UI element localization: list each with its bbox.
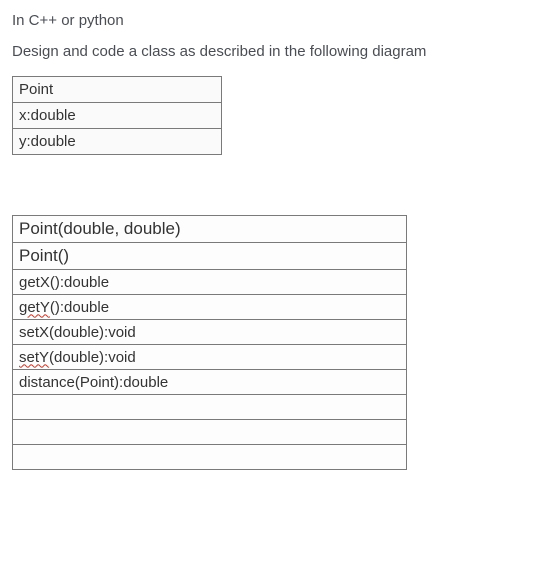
uml-attribute: y:double xyxy=(13,129,222,155)
uml-method-empty xyxy=(13,420,407,445)
header-text-prefix: Design and code a xyxy=(12,43,141,60)
uml-method: getY():double xyxy=(13,295,407,320)
header-line-2: Design and code a class as described in … xyxy=(12,43,538,60)
header-text-class: class xyxy=(141,43,175,60)
uml-class-attributes-table: Point x:double y:double xyxy=(12,76,222,155)
spell-error: setY xyxy=(19,349,49,366)
header-text-suffix: as described in the following diagram xyxy=(175,43,426,60)
spell-error: getY xyxy=(19,299,50,316)
uml-class-name: Point xyxy=(13,77,222,103)
uml-method: Point(double, double) xyxy=(13,216,407,243)
method-suffix: ():double xyxy=(50,299,109,316)
uml-method: setY(double):void xyxy=(13,345,407,370)
uml-method: Point() xyxy=(13,243,407,270)
uml-method-empty xyxy=(13,395,407,420)
method-suffix: (double):void xyxy=(49,349,136,366)
header-line-1: In C++ or python xyxy=(12,12,538,29)
uml-method-empty xyxy=(13,445,407,470)
uml-attribute: x:double xyxy=(13,103,222,129)
uml-method: distance(Point):double xyxy=(13,370,407,395)
uml-method: getX():double xyxy=(13,270,407,295)
uml-class-methods-table: Point(double, double) Point() getX():dou… xyxy=(12,215,407,470)
uml-method: setX(double):void xyxy=(13,320,407,345)
